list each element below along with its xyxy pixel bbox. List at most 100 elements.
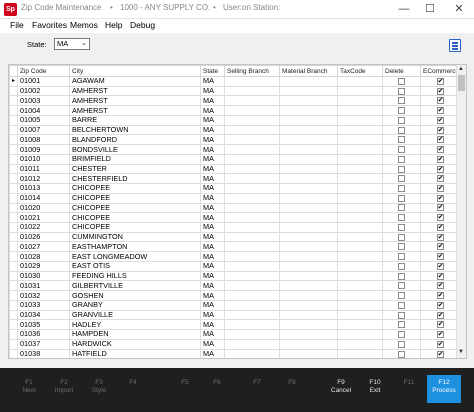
selling-branch-cell[interactable] bbox=[224, 231, 280, 243]
ecommerce-checkbox[interactable]: ✔ bbox=[436, 331, 444, 339]
taxcode-cell[interactable] bbox=[337, 338, 383, 350]
state-cell[interactable]: MA bbox=[200, 270, 225, 282]
delete-cell[interactable] bbox=[382, 76, 421, 87]
row-indicator[interactable] bbox=[9, 95, 18, 107]
delete-checkbox[interactable] bbox=[398, 243, 405, 251]
ecommerce-cell[interactable]: ✔ bbox=[419, 319, 461, 331]
city-cell[interactable]: CHICOPEE bbox=[69, 192, 201, 204]
delete-checkbox[interactable] bbox=[398, 185, 405, 193]
zip-code-cell[interactable]: 01030 bbox=[17, 270, 70, 282]
state-cell[interactable]: MA bbox=[200, 153, 225, 165]
city-cell[interactable]: BELCHERTOWN bbox=[69, 124, 201, 136]
zip-code-cell[interactable]: 01020 bbox=[17, 202, 70, 214]
selling-branch-cell[interactable] bbox=[224, 153, 280, 165]
ecommerce-cell[interactable]: ✔ bbox=[419, 183, 461, 194]
ecommerce-cell[interactable]: ✔ bbox=[419, 329, 461, 340]
material-branch-cell[interactable] bbox=[279, 299, 338, 311]
row-indicator[interactable] bbox=[9, 163, 18, 175]
ecommerce-cell[interactable]: ✔ bbox=[419, 85, 461, 97]
delete-checkbox[interactable] bbox=[398, 97, 405, 105]
function-key-f4[interactable]: F4 bbox=[116, 379, 150, 387]
column-header-material-branch[interactable]: Material Branch bbox=[279, 65, 338, 77]
row-indicator[interactable] bbox=[9, 231, 18, 243]
taxcode-cell[interactable] bbox=[337, 231, 383, 243]
delete-cell[interactable] bbox=[382, 124, 421, 136]
ecommerce-cell[interactable]: ✔ bbox=[419, 153, 461, 165]
ecommerce-cell[interactable]: ✔ bbox=[419, 299, 461, 311]
delete-checkbox[interactable] bbox=[398, 87, 405, 95]
zip-code-cell[interactable]: 01003 bbox=[17, 95, 70, 107]
selling-branch-cell[interactable] bbox=[224, 319, 280, 331]
row-indicator[interactable] bbox=[9, 192, 18, 204]
delete-cell[interactable] bbox=[382, 251, 421, 262]
ecommerce-checkbox[interactable]: ✔ bbox=[436, 116, 444, 124]
selling-branch-cell[interactable] bbox=[224, 144, 280, 155]
ecommerce-cell[interactable]: ✔ bbox=[419, 95, 461, 107]
minimize-icon[interactable]: — bbox=[393, 0, 415, 19]
function-key-f8[interactable]: F8 bbox=[275, 379, 309, 387]
selling-branch-cell[interactable] bbox=[224, 183, 280, 194]
state-cell[interactable]: MA bbox=[200, 290, 225, 301]
city-cell[interactable]: EASTHAMPTON bbox=[69, 241, 201, 253]
function-key-f9[interactable]: F9 Cancel bbox=[324, 379, 358, 395]
delete-cell[interactable] bbox=[382, 280, 421, 292]
delete-checkbox[interactable] bbox=[398, 321, 405, 329]
state-cell[interactable]: MA bbox=[200, 260, 225, 272]
table-row[interactable]: 01030 FEEDING HILLS MA ✔ bbox=[9, 270, 461, 282]
selling-branch-cell[interactable] bbox=[224, 95, 280, 107]
state-cell[interactable]: MA bbox=[200, 85, 225, 97]
material-branch-cell[interactable] bbox=[279, 280, 338, 292]
delete-checkbox[interactable] bbox=[398, 146, 405, 154]
delete-checkbox[interactable] bbox=[398, 175, 405, 183]
state-cell[interactable]: MA bbox=[200, 202, 225, 214]
material-branch-cell[interactable] bbox=[279, 270, 338, 282]
delete-checkbox[interactable] bbox=[398, 311, 405, 319]
selling-branch-cell[interactable] bbox=[224, 76, 280, 87]
function-key-f12[interactable]: F12 Process bbox=[427, 375, 461, 403]
taxcode-cell[interactable] bbox=[337, 280, 383, 292]
table-row[interactable]: 01002 AMHERST MA ✔ bbox=[9, 85, 461, 97]
taxcode-cell[interactable] bbox=[337, 85, 383, 97]
ecommerce-checkbox[interactable]: ✔ bbox=[436, 165, 444, 173]
taxcode-cell[interactable] bbox=[337, 251, 383, 262]
ecommerce-checkbox[interactable]: ✔ bbox=[436, 282, 444, 290]
city-cell[interactable]: EAST LONGMEADOW bbox=[69, 251, 201, 262]
scroll-up-icon[interactable]: ▲ bbox=[458, 66, 464, 72]
material-branch-cell[interactable] bbox=[279, 290, 338, 301]
function-key-f5[interactable]: F5 bbox=[168, 379, 202, 387]
delete-cell[interactable] bbox=[382, 338, 421, 350]
ecommerce-checkbox[interactable]: ✔ bbox=[436, 87, 444, 95]
state-cell[interactable]: MA bbox=[200, 114, 225, 126]
city-cell[interactable]: GRANVILLE bbox=[69, 309, 201, 321]
delete-checkbox[interactable] bbox=[398, 126, 405, 134]
selling-branch-cell[interactable] bbox=[224, 299, 280, 311]
selling-branch-cell[interactable] bbox=[224, 85, 280, 97]
delete-checkbox[interactable] bbox=[398, 155, 405, 163]
column-header-city[interactable]: City bbox=[69, 65, 201, 77]
maximize-icon[interactable]: ☐ bbox=[419, 0, 441, 19]
city-cell[interactable]: AMHERST bbox=[69, 95, 201, 107]
material-branch-cell[interactable] bbox=[279, 260, 338, 272]
function-key-f6[interactable]: F6 bbox=[200, 379, 234, 387]
zip-code-cell[interactable]: 01038 bbox=[17, 348, 70, 358]
delete-checkbox[interactable] bbox=[398, 331, 405, 339]
city-cell[interactable]: BRIMFIELD bbox=[69, 153, 201, 165]
delete-cell[interactable] bbox=[382, 319, 421, 331]
ecommerce-cell[interactable]: ✔ bbox=[419, 280, 461, 292]
state-cell[interactable]: MA bbox=[200, 105, 225, 116]
function-key-f10[interactable]: F10 Exit bbox=[358, 379, 392, 395]
zip-code-cell[interactable]: 01010 bbox=[17, 153, 70, 165]
ecommerce-cell[interactable]: ✔ bbox=[419, 202, 461, 214]
taxcode-cell[interactable] bbox=[337, 212, 383, 224]
taxcode-cell[interactable] bbox=[337, 163, 383, 175]
city-cell[interactable]: AMHERST bbox=[69, 85, 201, 97]
material-branch-cell[interactable] bbox=[279, 95, 338, 107]
ecommerce-checkbox[interactable]: ✔ bbox=[436, 301, 444, 309]
selling-branch-cell[interactable] bbox=[224, 290, 280, 301]
delete-checkbox[interactable] bbox=[398, 340, 405, 348]
state-cell[interactable]: MA bbox=[200, 95, 225, 107]
row-indicator[interactable] bbox=[9, 222, 18, 233]
delete-checkbox[interactable] bbox=[398, 262, 405, 270]
ecommerce-cell[interactable]: ✔ bbox=[419, 144, 461, 155]
row-indicator[interactable] bbox=[9, 202, 18, 214]
